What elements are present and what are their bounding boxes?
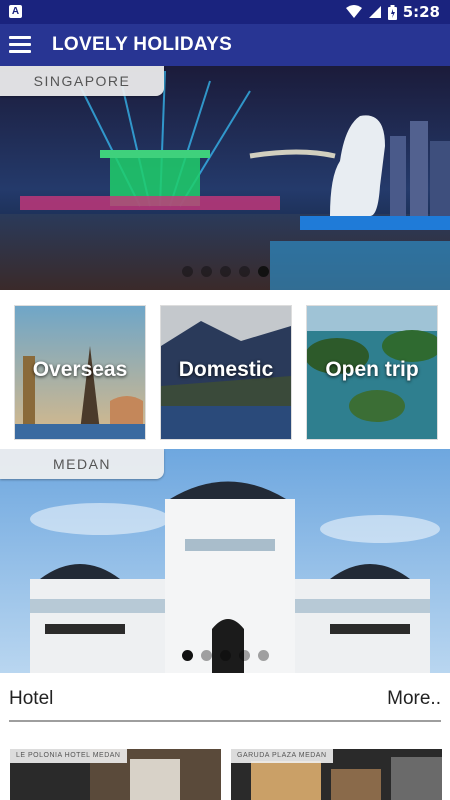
status-icons: 5:28 — [345, 3, 440, 21]
carousel-medan[interactable]: MEDAN — [0, 449, 450, 673]
app-bar: LOVELY HOLIDAYS — [0, 24, 450, 66]
carousel-dot[interactable] — [200, 266, 212, 277]
carousel-dot[interactable] — [219, 650, 231, 661]
category-domestic[interactable]: Domestic — [160, 305, 292, 440]
carousel-dot[interactable] — [238, 266, 250, 277]
more-link[interactable]: More.. — [387, 688, 441, 710]
category-overseas[interactable]: Overseas — [14, 305, 146, 440]
carousel-dot[interactable] — [181, 266, 193, 277]
carousel-indicator — [0, 266, 450, 277]
status-time: 5:28 — [402, 3, 440, 21]
carousel-dot[interactable] — [238, 650, 250, 661]
carousel-singapore[interactable]: SINGAPORE — [0, 66, 450, 290]
wifi-icon — [345, 5, 362, 18]
singapore-image — [0, 66, 450, 290]
notification-icon: A — [9, 5, 22, 18]
category-label: Domestic — [178, 358, 274, 381]
battery-icon — [387, 4, 397, 20]
carousel-dot-active[interactable] — [257, 266, 269, 277]
carousel-dot[interactable] — [200, 650, 212, 661]
signal-icon — [368, 6, 381, 18]
carousel-dot-active[interactable] — [181, 650, 193, 661]
divider — [9, 720, 441, 722]
category-label: Overseas — [32, 358, 128, 381]
location-tag: SINGAPORE — [0, 66, 164, 96]
hotel-section-header: Hotel More.. — [9, 688, 441, 712]
hotel-name: LE POLONIA HOTEL MEDAN — [10, 749, 127, 763]
location-tag: MEDAN — [0, 449, 164, 479]
section-title: Hotel — [9, 688, 54, 709]
carousel-dot[interactable] — [219, 266, 231, 277]
medan-image — [0, 449, 450, 673]
status-bar: A 5:28 — [0, 0, 450, 24]
app-title: LOVELY HOLIDAYS — [52, 34, 233, 55]
category-label: Open trip — [325, 358, 419, 381]
hotel-card[interactable]: GARUDA PLAZA MEDAN — [231, 749, 442, 800]
category-open-trip[interactable]: Open trip — [306, 305, 438, 440]
hotel-name: GARUDA PLAZA MEDAN — [231, 749, 333, 763]
hotel-card[interactable]: LE POLONIA HOTEL MEDAN — [10, 749, 221, 800]
carousel-indicator — [0, 650, 450, 661]
carousel-dot[interactable] — [257, 650, 269, 661]
hamburger-icon[interactable] — [9, 36, 31, 54]
